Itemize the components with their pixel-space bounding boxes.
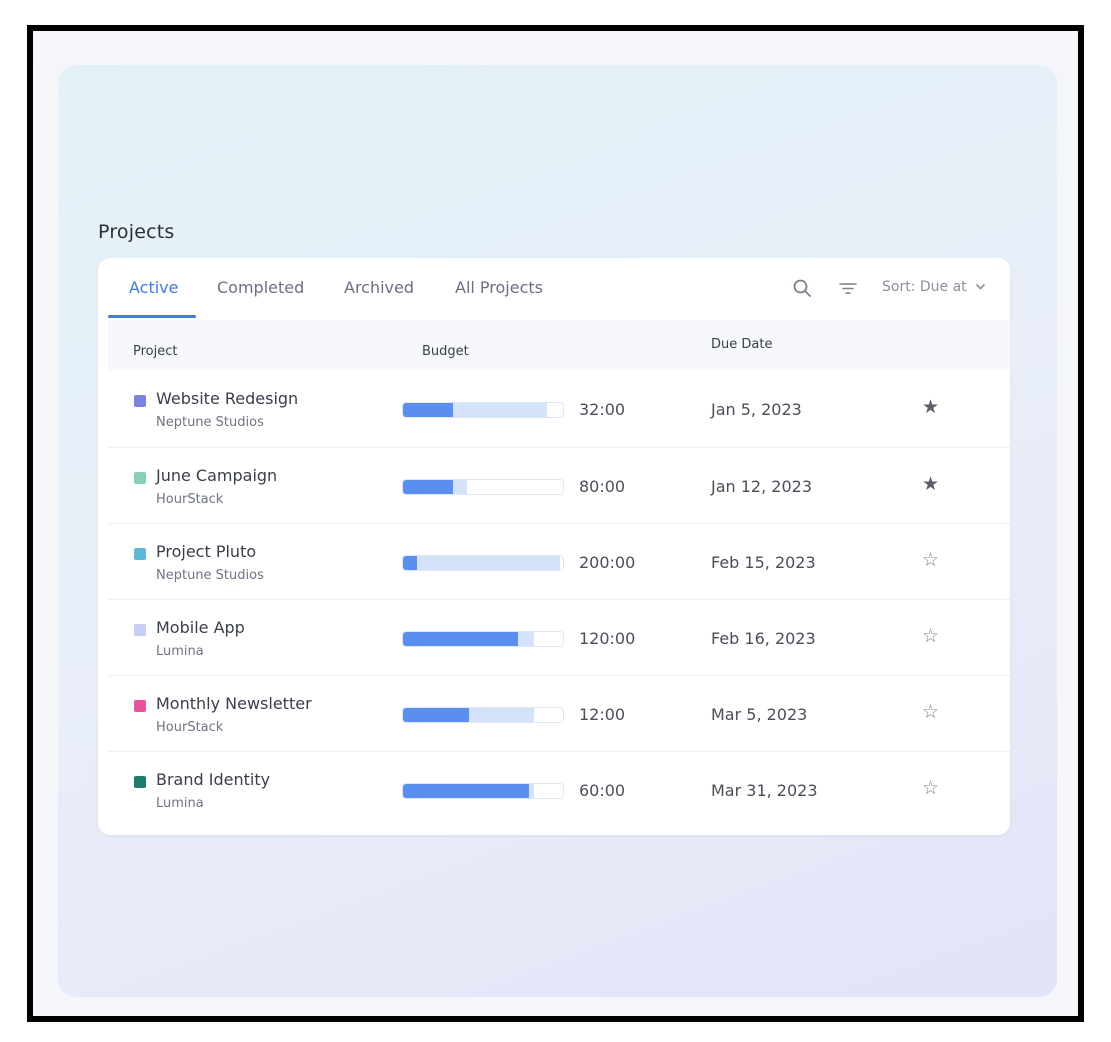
column-header-project: Project (133, 344, 178, 359)
project-color-swatch (134, 472, 146, 484)
budget-bar-fill (403, 556, 418, 570)
project-client: Neptune Studios (156, 568, 264, 583)
tab-archived[interactable]: Archived (344, 278, 414, 297)
project-client: Lumina (156, 796, 204, 811)
budget-progress-bar (402, 555, 564, 571)
filter-icon[interactable] (838, 278, 858, 298)
project-client: HourStack (156, 720, 224, 735)
column-header-due-date: Due Date (711, 337, 773, 352)
star-icon[interactable]: ☆ (922, 627, 939, 646)
due-date: Jan 12, 2023 (711, 477, 812, 496)
star-icon[interactable]: ☆ (922, 703, 939, 722)
star-icon[interactable]: ☆ (922, 551, 939, 570)
budget-progress-bar (402, 707, 564, 723)
table-row[interactable]: Monthly Newsletter HourStack 12:00 Mar 5… (108, 675, 1010, 752)
budget-bar-fill (403, 632, 519, 646)
project-name: Monthly Newsletter (156, 694, 312, 713)
page-title: Projects (98, 221, 175, 243)
active-tab-indicator (108, 315, 196, 318)
budget-hours: 200:00 (579, 553, 636, 572)
budget-hours: 12:00 (579, 705, 626, 724)
budget-hours: 60:00 (579, 781, 626, 800)
chevron-down-icon (975, 279, 986, 295)
project-color-swatch (134, 548, 146, 560)
table-row[interactable]: Website Redesign Neptune Studios 32:00 J… (108, 371, 1010, 447)
tab-completed[interactable]: Completed (217, 278, 304, 297)
budget-bar-fill (403, 403, 453, 417)
budget-bar-fill (403, 708, 469, 722)
budget-bar-fill (403, 784, 530, 798)
budget-progress-bar (402, 783, 564, 799)
budget-progress-bar (402, 631, 564, 647)
project-color-swatch (134, 700, 146, 712)
star-icon[interactable]: ★ (922, 398, 939, 417)
budget-hours: 32:00 (579, 400, 626, 419)
table-row[interactable]: Brand Identity Lumina 60:00 Mar 31, 2023… (108, 751, 1010, 828)
due-date: Feb 15, 2023 (711, 553, 816, 572)
top-strip (33, 31, 1078, 65)
table-row[interactable]: June Campaign HourStack 80:00 Jan 12, 20… (108, 447, 1010, 524)
due-date: Mar 5, 2023 (711, 705, 808, 724)
due-date: Jan 5, 2023 (711, 400, 802, 419)
project-name: Mobile App (156, 618, 245, 637)
project-name: Website Redesign (156, 389, 299, 408)
project-name: June Campaign (156, 466, 278, 485)
project-color-swatch (134, 624, 146, 636)
project-name: Project Pluto (156, 542, 257, 561)
star-icon[interactable]: ☆ (922, 779, 939, 798)
tab-bar: Active Completed Archived All Projects S (98, 258, 1010, 320)
budget-bar-fill (403, 480, 453, 494)
tab-all-projects[interactable]: All Projects (455, 278, 543, 297)
project-color-swatch (134, 776, 146, 788)
budget-hours: 120:00 (579, 629, 636, 648)
screenshot-frame: Projects Active Completed Archived All P… (27, 25, 1084, 1022)
budget-hours: 80:00 (579, 477, 626, 496)
project-client: Lumina (156, 644, 204, 659)
table-row[interactable]: Project Pluto Neptune Studios 200:00 Feb… (108, 523, 1010, 600)
budget-bar-track (403, 556, 560, 570)
sort-dropdown[interactable]: Sort: Due at (882, 279, 986, 295)
due-date: Feb 16, 2023 (711, 629, 816, 648)
sort-label: Sort: Due at (882, 279, 967, 295)
due-date: Mar 31, 2023 (711, 781, 818, 800)
projects-card: Active Completed Archived All Projects S (98, 258, 1010, 835)
budget-progress-bar (402, 479, 564, 495)
project-color-swatch (134, 395, 146, 407)
table-header: Project Budget Due Date (108, 320, 1010, 370)
tab-active[interactable]: Active (129, 278, 179, 297)
budget-progress-bar (402, 402, 564, 418)
project-client: HourStack (156, 492, 224, 507)
table-row[interactable]: Mobile App Lumina 120:00 Feb 16, 2023 ☆ (108, 599, 1010, 676)
column-header-budget: Budget (422, 344, 469, 359)
star-icon[interactable]: ★ (922, 475, 939, 494)
project-name: Brand Identity (156, 770, 271, 789)
search-icon[interactable] (792, 278, 812, 298)
project-client: Neptune Studios (156, 415, 264, 430)
